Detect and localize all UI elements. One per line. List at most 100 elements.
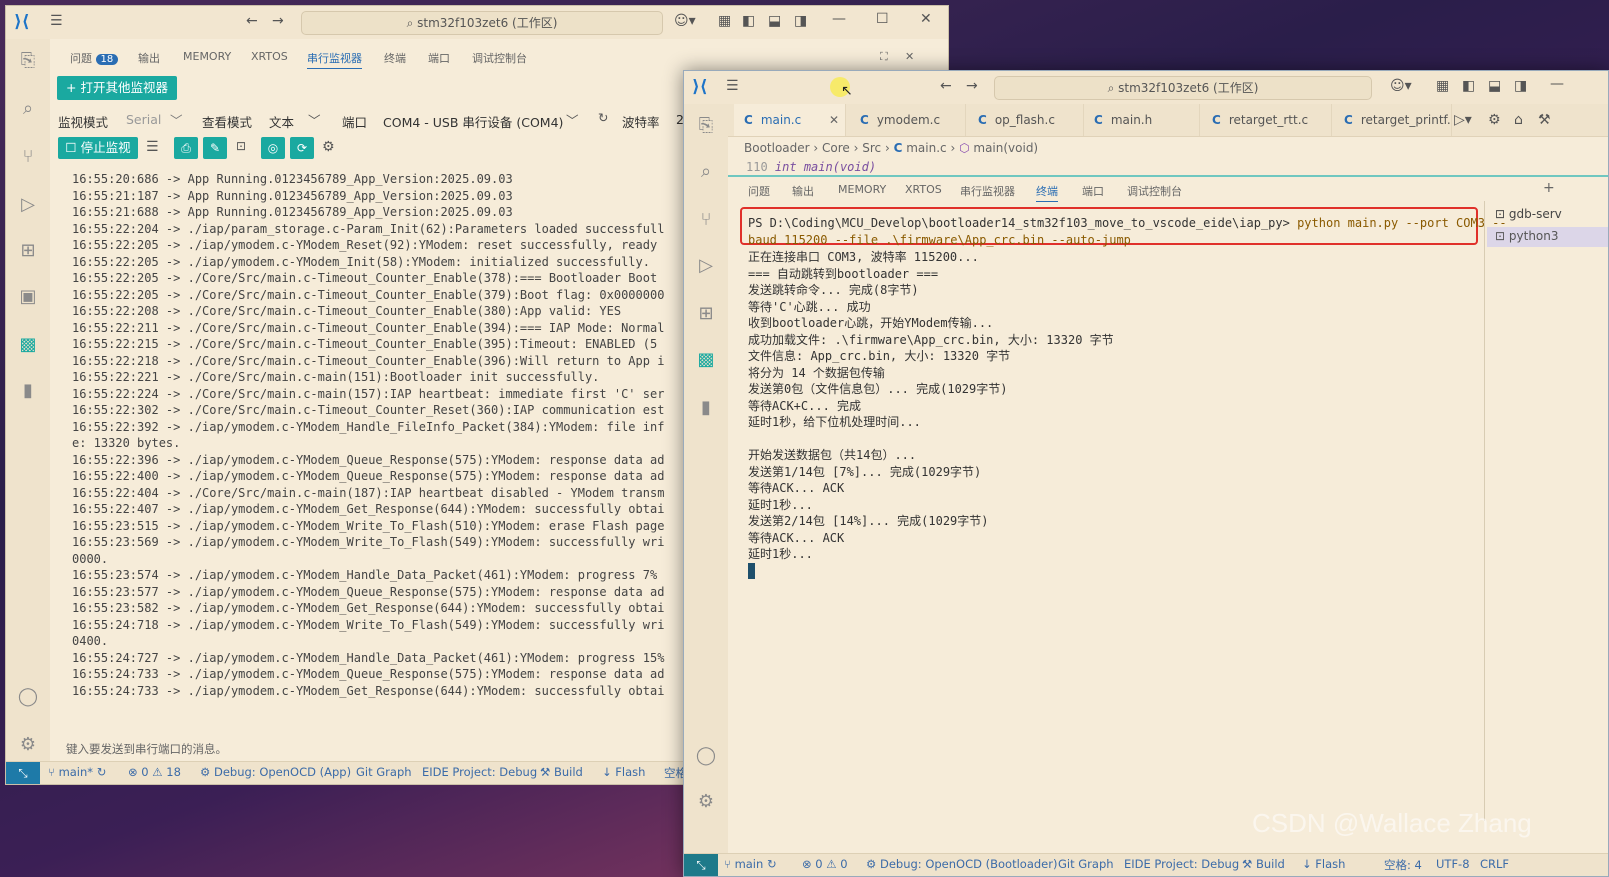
chevron-down-icon[interactable]: ﹀ [566, 110, 579, 129]
tab-problems[interactable]: 问题 [748, 183, 770, 199]
menu-icon[interactable]: ☰ [50, 13, 63, 29]
breadcrumb-item[interactable]: Bootloader [744, 141, 810, 155]
toggle-secondary-sidebar-icon[interactable]: ◨ [794, 13, 807, 29]
problems-indicator[interactable]: ⊗ 0 ⚠ 18 [128, 765, 181, 779]
stop-monitor-button[interactable]: ☐ 停止监视 [58, 137, 138, 159]
refresh-icon[interactable]: ↻ [598, 110, 608, 125]
open-other-monitor-button[interactable]: + 打开其他监视器 [57, 76, 177, 100]
tab-output[interactable]: 输出 [138, 50, 160, 66]
branch-indicator[interactable]: ⑂ main ↻ [724, 857, 777, 871]
git-graph-button[interactable]: Git Graph [356, 765, 412, 779]
build-icon[interactable]: ⌂ [1514, 112, 1523, 128]
tab-memory[interactable]: MEMORY [183, 50, 231, 63]
toggle-sidebar-icon[interactable]: ◧ [1462, 78, 1475, 94]
view-mode-select[interactable]: 文本 [269, 112, 294, 131]
tab-output[interactable]: 输出 [792, 183, 814, 199]
source-control-icon[interactable]: ⑂ [694, 208, 718, 232]
new-terminal-icon[interactable]: + [1543, 180, 1555, 196]
terminal-list-item[interactable]: ⊡ python3 [1495, 229, 1559, 243]
toggle-sidebar-icon[interactable]: ◧ [742, 13, 755, 29]
back-arrow-icon[interactable]: ← [940, 78, 952, 94]
git-graph-button[interactable]: Git Graph [1058, 857, 1114, 871]
port-select[interactable]: COM4 - USB 串行设备 (COM4) [383, 112, 563, 131]
account-icon[interactable]: ◯ [694, 744, 718, 768]
breadcrumb-item[interactable]: Src [862, 141, 881, 155]
tab-debug-console[interactable]: 调试控制台 [472, 50, 527, 66]
tab-serial-monitor[interactable]: 串行监视器 [307, 50, 362, 69]
tab-ports[interactable]: 端口 [428, 50, 450, 66]
menu-icon[interactable]: ☰ [726, 78, 739, 94]
settings-gear-icon[interactable]: ⚙ [694, 790, 718, 814]
tab-problems[interactable]: 问题 18 [70, 50, 119, 66]
copilot-icon[interactable]: ☺▾ [674, 13, 696, 29]
tab-serial-monitor[interactable]: 串行监视器 [960, 183, 1015, 199]
toggle-timestamp-icon[interactable]: ⎙ [174, 137, 198, 159]
eol-indicator[interactable]: CRLF [1480, 857, 1509, 871]
editor-tab-retarget-printf[interactable]: Cretarget_printf. [1334, 104, 1452, 136]
flash-button[interactable]: ↓ Flash [1302, 857, 1345, 871]
tab-ports[interactable]: 端口 [1082, 183, 1104, 199]
minimize-icon[interactable]: — [1550, 76, 1564, 92]
toggle-panel-icon[interactable]: ⬓ [1488, 78, 1501, 94]
breadcrumb-item[interactable]: main.c [906, 141, 946, 155]
problems-indicator[interactable]: ⊗ 0 ⚠ 0 [802, 857, 848, 871]
minimize-icon[interactable]: — [832, 11, 846, 27]
autoscroll-icon[interactable]: ✎ [203, 137, 227, 159]
search-icon[interactable]: ⌕ [694, 160, 718, 184]
lines-icon[interactable]: ☰ [146, 139, 159, 155]
debug-config[interactable]: ⚙ Debug: OpenOCD (App) [200, 765, 351, 779]
terminal-toggle-icon[interactable]: ⊡ [236, 139, 246, 153]
indentation-indicator[interactable]: 空格: 4 [1384, 857, 1422, 873]
tab-xrtos[interactable]: XRTOS [905, 183, 942, 196]
toggle-secondary-sidebar-icon[interactable]: ◨ [1514, 78, 1527, 94]
editor-tab-main-h[interactable]: Cmain.h [1084, 104, 1200, 136]
tab-debug-console[interactable]: 调试控制台 [1127, 183, 1182, 199]
settings-gear-icon[interactable]: ⚙ [16, 733, 40, 757]
explorer-icon[interactable]: ⎘ [694, 114, 718, 138]
gear-icon[interactable]: ⚙ [1488, 112, 1501, 128]
toggle-panel-icon[interactable]: ⬓ [768, 13, 781, 29]
editor-tab-op-flash-c[interactable]: Cop_flash.c [968, 104, 1084, 136]
back-arrow-icon[interactable]: ← [246, 13, 258, 29]
tab-memory[interactable]: MEMORY [838, 183, 886, 196]
forward-arrow-icon[interactable]: → [272, 13, 284, 29]
gear-icon[interactable]: ⚙ [322, 139, 335, 155]
monitor-mode-select[interactable]: Serial [126, 112, 161, 127]
eide-project[interactable]: EIDE Project: Debug [422, 765, 537, 779]
maximize-icon[interactable]: ☐ [876, 11, 889, 27]
layout-icon[interactable]: ▦ [1436, 78, 1449, 94]
maximize-panel-icon[interactable]: ⛶ [880, 50, 888, 64]
flash-button[interactable]: ↓ Flash [602, 765, 645, 779]
build-button[interactable]: ⚒ Build [540, 765, 583, 779]
encoding-indicator[interactable]: UTF-8 [1436, 857, 1470, 871]
editor-tab-ymodem-c[interactable]: Cymodem.c [850, 104, 966, 136]
tab-xrtos[interactable]: XRTOS [251, 50, 288, 63]
run-file-icon[interactable]: ▷▾ [1454, 112, 1472, 128]
branch-indicator[interactable]: ⑂ main* ↻ [48, 765, 106, 779]
close-tab-icon[interactable]: ✕ [829, 104, 839, 136]
command-center-search[interactable]: ⌕ stm32f103zet6 (工作区) [994, 76, 1372, 100]
remote-indicator-icon[interactable]: ⤡ [6, 762, 40, 784]
remote-indicator-icon[interactable]: ⤡ [684, 854, 718, 876]
forward-arrow-icon[interactable]: → [966, 78, 978, 94]
serial-input[interactable]: 键入要发送到串行端口的消息。 [66, 741, 227, 757]
search-icon[interactable]: ⌕ [16, 97, 40, 121]
breadcrumb-item[interactable]: Core [822, 141, 850, 155]
tab-terminal[interactable]: 终端 [1036, 183, 1058, 202]
chevron-down-icon[interactable]: ﹀ [308, 110, 321, 129]
sync-icon[interactable]: ⟳ [290, 137, 314, 159]
eide-project[interactable]: EIDE Project: Debug [1124, 857, 1239, 871]
tab-terminal[interactable]: 终端 [384, 50, 406, 66]
editor-tab-main-c[interactable]: Cmain.c ✕ [734, 104, 846, 136]
close-icon[interactable]: ✕ [920, 11, 932, 27]
breadcrumb-item[interactable]: main(void) [973, 141, 1038, 155]
terminal-list-item[interactable]: ⊡ gdb-serv [1495, 207, 1562, 221]
editor-tab-retarget-rtt-c[interactable]: Cretarget_rtt.c [1202, 104, 1332, 136]
copilot-icon[interactable]: ☺▾ [1390, 78, 1412, 94]
chevron-down-icon[interactable]: ﹀ [170, 110, 183, 129]
command-center-search[interactable]: ⌕ stm32f103zet6 (工作区) [301, 11, 663, 35]
flash-icon[interactable]: ⚒ [1538, 112, 1551, 128]
hex-toggle-icon[interactable]: ◎ [261, 137, 285, 159]
debug-config[interactable]: ⚙ Debug: OpenOCD (Bootloader) [866, 857, 1057, 871]
explorer-icon[interactable]: ⎘ [16, 49, 40, 73]
